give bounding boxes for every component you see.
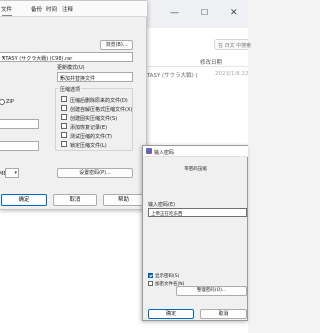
checkbox[interactable] bbox=[61, 114, 67, 120]
close-icon[interactable]: ✕ bbox=[230, 8, 238, 18]
ok-button[interactable]: 确定 bbox=[1, 194, 47, 206]
option-label: 压缩后删除原来的文件(D) bbox=[70, 97, 128, 104]
zip-format-label: ZIP bbox=[6, 99, 14, 105]
checkbox[interactable] bbox=[61, 141, 67, 147]
checkbox[interactable] bbox=[61, 105, 67, 111]
option-label: 添加恢复记录(E) bbox=[70, 124, 108, 131]
file-row[interactable]: XTASY (サクラ大戦) ( 2023/1/8 22 bbox=[143, 70, 248, 79]
help-button[interactable]: 帮助 bbox=[103, 194, 144, 206]
enter-password-dialog: 输入密码 带密码压缩 输入密码(E) 上帝正在吃东西 显示密码(S) 加密文件名… bbox=[142, 145, 248, 321]
password-ok-button[interactable]: 确定 bbox=[148, 309, 194, 319]
browse-button[interactable]: 浏览(B)... bbox=[100, 40, 133, 50]
archive-parameters-dialog: 文件 备份 时间 注释 浏览(B)... XTASY (サクラ大戦) (C98)… bbox=[0, 0, 147, 210]
chevron-down-icon[interactable]: ▾ bbox=[2, 55, 131, 61]
minimize-icon[interactable]: — bbox=[170, 8, 179, 18]
cancel-button[interactable]: 取消 bbox=[53, 194, 97, 206]
checkbox[interactable] bbox=[61, 96, 67, 102]
maximize-icon[interactable]: ☐ bbox=[201, 8, 208, 17]
show-password-label: 显示密码(S) bbox=[155, 274, 180, 279]
password-dialog-subtitle: 带密码压缩 bbox=[184, 167, 207, 172]
encrypt-names-checkbox[interactable] bbox=[148, 281, 153, 286]
password-dialog-title: 输入密码 bbox=[154, 149, 175, 156]
active-tab-indicator bbox=[2, 15, 12, 16]
password-value: 上帝正在吃东西 bbox=[151, 211, 183, 217]
tab-backup[interactable]: 备份 bbox=[31, 5, 42, 13]
tab-time[interactable]: 时间 bbox=[46, 5, 57, 13]
option-label: 锁定压缩文件(L) bbox=[70, 142, 107, 149]
tab-comment[interactable]: 注释 bbox=[62, 5, 73, 13]
password-field-label: 输入密码(E) bbox=[148, 202, 176, 208]
archive-name-field[interactable]: XTASY (サクラ大戦) (C98).rar ▾ bbox=[0, 52, 133, 62]
organize-passwords-button[interactable]: 整理密码(O)... bbox=[176, 286, 247, 296]
update-mode-select[interactable]: 添加并替换文件 ▾ bbox=[57, 72, 133, 82]
password-input[interactable]: 上帝正在吃东西 bbox=[148, 208, 247, 217]
column-header-modified[interactable]: 修改日期 bbox=[200, 58, 222, 66]
winrar-icon bbox=[146, 148, 152, 154]
split-unit-select[interactable]: ▾ bbox=[5, 168, 19, 178]
option-label: 创建自解压格式压缩文件(X) bbox=[70, 106, 133, 113]
zip-format-radio[interactable] bbox=[0, 99, 5, 105]
explorer-search-input[interactable]: 在 日文 中搜索 bbox=[214, 39, 252, 50]
file-date: 2023/1/8 22 bbox=[215, 71, 249, 77]
set-password-button[interactable]: 设置密码(P)... bbox=[57, 168, 133, 178]
option-label: 测试压缩的文件(T) bbox=[70, 133, 112, 140]
chevron-down-icon[interactable]: ▾ bbox=[60, 75, 131, 81]
checkbox[interactable] bbox=[61, 123, 67, 129]
chevron-down-icon[interactable]: ▾ bbox=[14, 170, 17, 176]
explorer-search-placeholder: 在 日文 中搜索 bbox=[218, 43, 252, 49]
update-mode-label: 更新模式(U) bbox=[57, 65, 85, 71]
tab-files[interactable]: 文件 bbox=[1, 5, 12, 13]
column-divider bbox=[143, 66, 248, 67]
password-dialog-titlebar: 输入密码 bbox=[143, 146, 248, 157]
password-cancel-button[interactable]: 取消 bbox=[200, 309, 247, 319]
checkbox[interactable] bbox=[61, 132, 67, 138]
dictionary-size-select[interactable] bbox=[0, 141, 39, 151]
option-label: 创建固实压缩文件(S) bbox=[70, 115, 118, 122]
file-name: XTASY (サクラ大戦) ( bbox=[143, 73, 198, 79]
compression-method-select[interactable] bbox=[0, 119, 39, 129]
tab-bar: 文件 备份 时间 注释 bbox=[0, 1, 147, 17]
show-password-checkbox[interactable] bbox=[148, 273, 153, 278]
archiving-options-header: 压缩选项 bbox=[59, 86, 82, 93]
